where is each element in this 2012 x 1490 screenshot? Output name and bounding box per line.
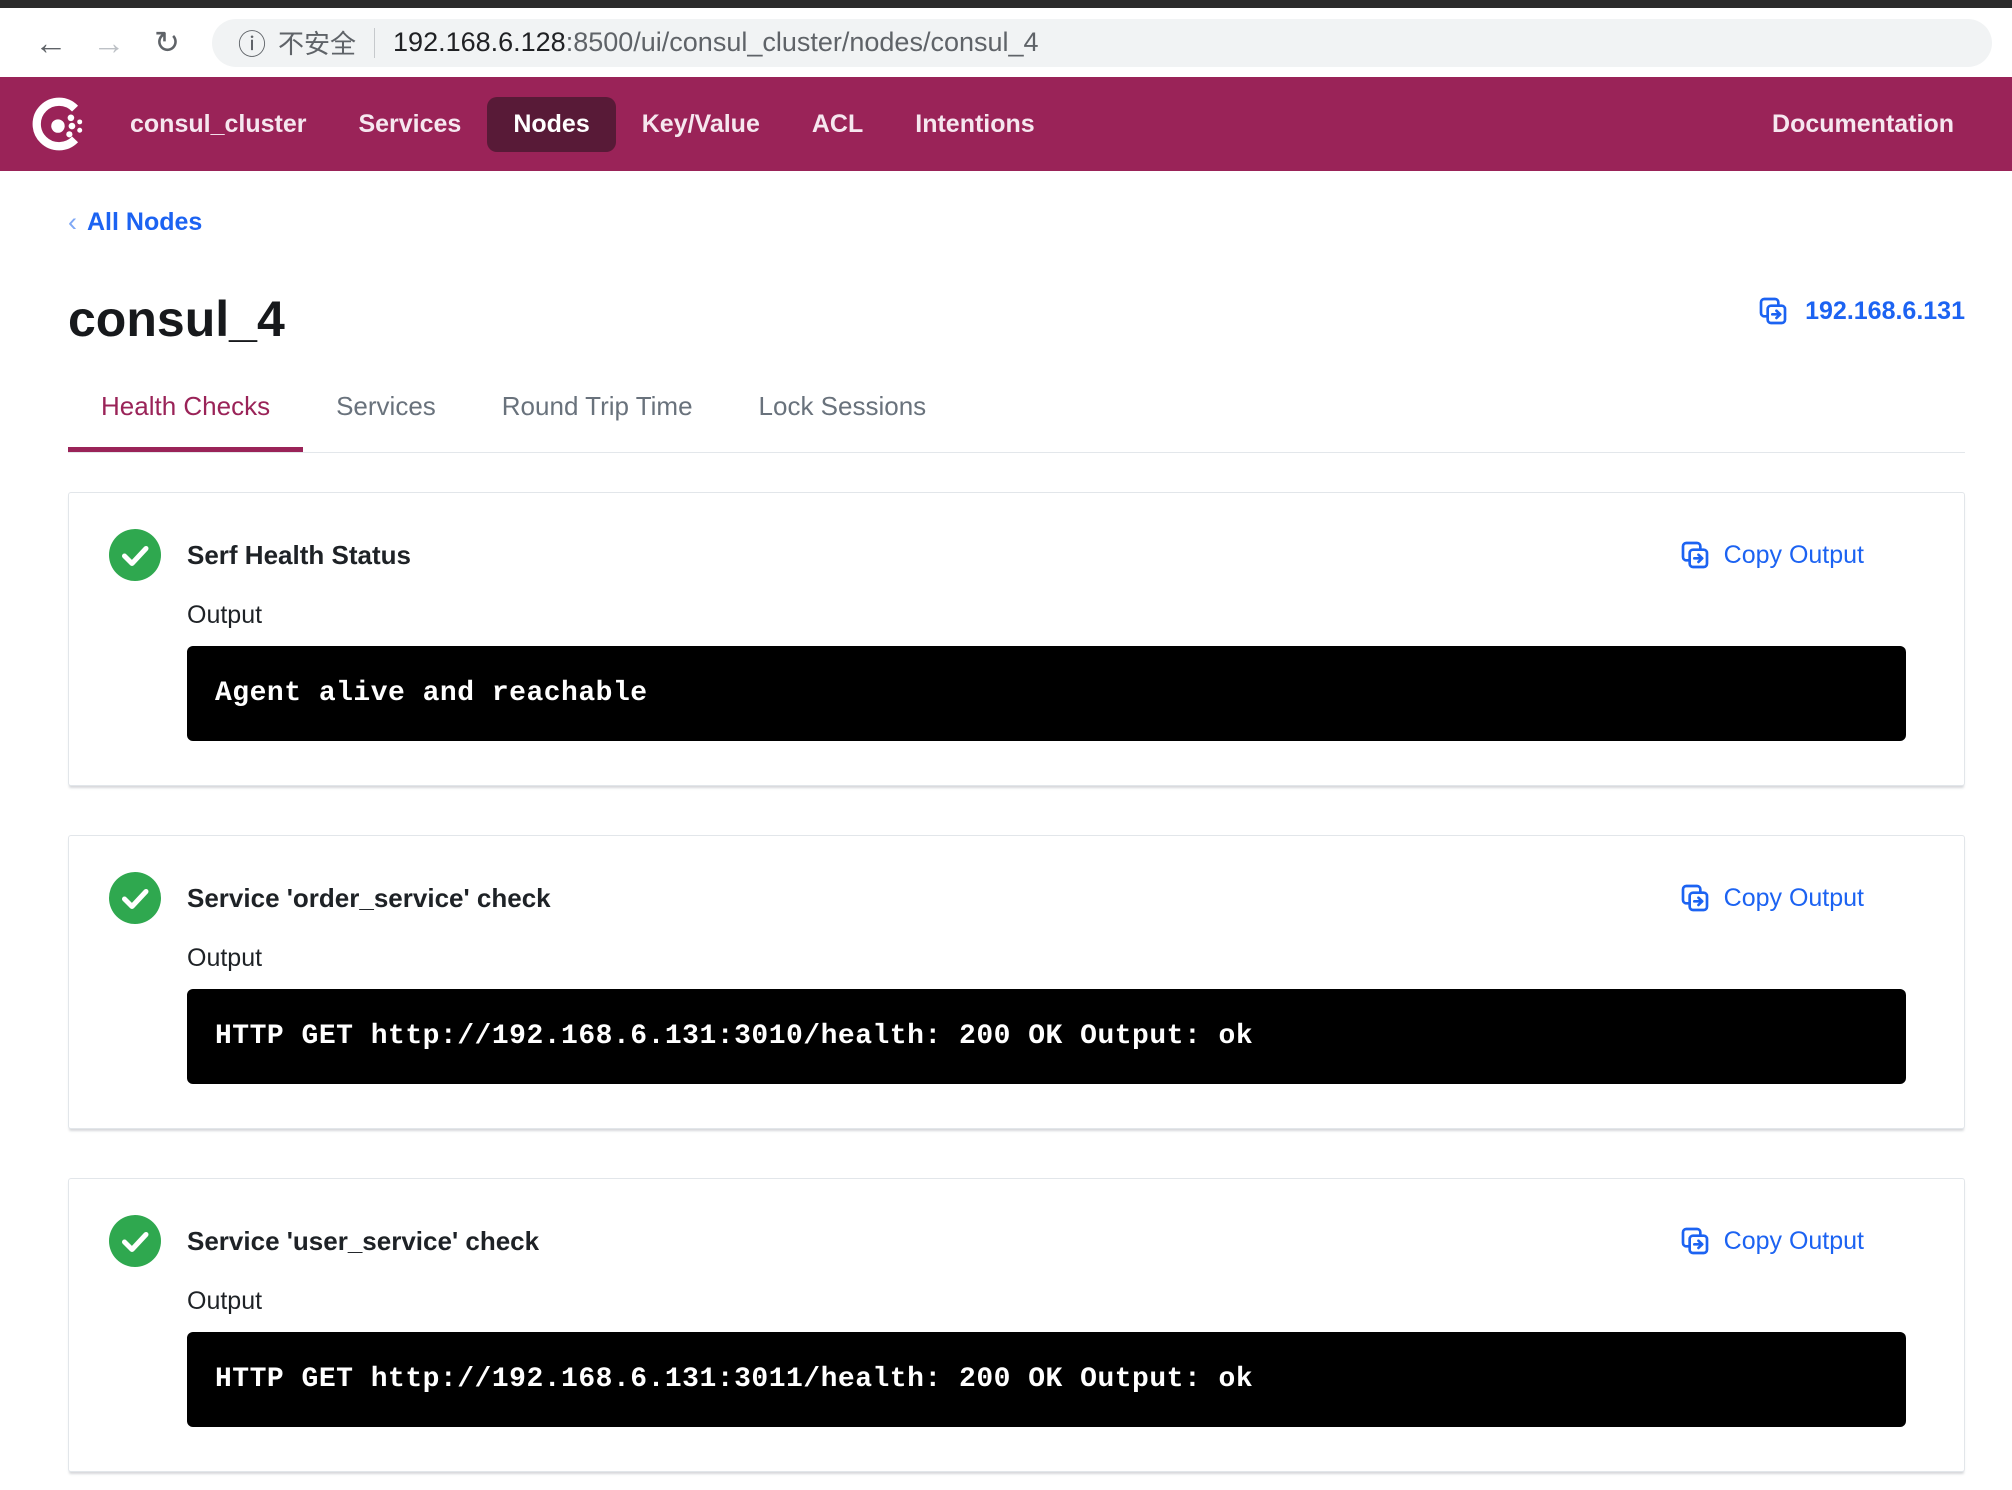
check-circle-icon <box>109 1215 161 1267</box>
check-output: Agent alive and reachable <box>187 646 1906 741</box>
address-bar[interactable]: ⓘ 不安全 192.168.6.128:8500/ui/consul_clust… <box>212 19 1992 67</box>
window-top-edge <box>0 0 2012 8</box>
copy-output-label: Copy Output <box>1724 1227 1864 1256</box>
tab-lock-sessions[interactable]: Lock Sessions <box>726 385 960 452</box>
health-check-card: Service 'user_service' check Copy Output… <box>68 1178 1965 1472</box>
consul-logo-icon[interactable] <box>30 95 88 153</box>
address-bar-divider <box>374 28 375 58</box>
card-header: Service 'order_service' check Copy Outpu… <box>187 872 1906 924</box>
title-row: consul_4 192.168.6.131 <box>68 289 1965 349</box>
check-name: Service 'order_service' check <box>187 883 551 914</box>
info-icon[interactable]: ⓘ <box>238 23 266 63</box>
app-navbar: consul_cluster Services Nodes Key/Value … <box>0 77 2012 171</box>
node-address: 192.168.6.131 <box>1805 297 1965 326</box>
card-header: Service 'user_service' check Copy Output <box>187 1215 1906 1267</box>
chevron-left-icon: ‹ <box>68 207 77 237</box>
url-host: 192.168.6.128 <box>393 27 566 57</box>
reload-icon[interactable]: ↻ <box>138 27 196 58</box>
breadcrumb-label: All Nodes <box>87 207 202 237</box>
tab-bar: Health Checks Services Round Trip Time L… <box>68 385 1965 453</box>
check-circle-icon <box>109 872 161 924</box>
nav-item-datacenter[interactable]: consul_cluster <box>104 97 332 152</box>
copy-output-label: Copy Output <box>1724 884 1864 913</box>
card-body: Service 'order_service' check Copy Outpu… <box>187 872 1906 1084</box>
nav-item-documentation[interactable]: Documentation <box>1746 97 1980 152</box>
copy-output-button[interactable]: Copy Output <box>1679 539 1864 571</box>
url-text[interactable]: 192.168.6.128:8500/ui/consul_cluster/nod… <box>393 27 1039 58</box>
copy-output-button[interactable]: Copy Output <box>1679 1225 1864 1257</box>
card-body: Service 'user_service' check Copy Output… <box>187 1215 1906 1427</box>
node-address-copy-button[interactable]: 192.168.6.131 <box>1757 295 1965 327</box>
nav-item-keyvalue[interactable]: Key/Value <box>616 97 786 152</box>
check-circle-icon <box>109 529 161 581</box>
output-label: Output <box>187 944 1906 973</box>
nav-item-services[interactable]: Services <box>332 97 487 152</box>
check-output: HTTP GET http://192.168.6.131:3010/healt… <box>187 989 1906 1084</box>
page-content: ‹ All Nodes consul_4 192.168.6.131 Healt… <box>0 207 2012 1472</box>
check-output: HTTP GET http://192.168.6.131:3011/healt… <box>187 1332 1906 1427</box>
forward-icon[interactable]: → <box>80 26 138 59</box>
tab-round-trip-time[interactable]: Round Trip Time <box>469 385 726 452</box>
main-menu: consul_cluster Services Nodes Key/Value … <box>104 97 1061 152</box>
breadcrumb[interactable]: ‹ All Nodes <box>68 207 1965 237</box>
security-label: 不安全 <box>278 24 356 61</box>
tab-health-checks[interactable]: Health Checks <box>68 385 303 452</box>
url-path: :8500/ui/consul_cluster/nodes/consul_4 <box>566 27 1039 57</box>
health-check-card: Service 'order_service' check Copy Outpu… <box>68 835 1965 1129</box>
check-name: Service 'user_service' check <box>187 1226 539 1257</box>
page-title: consul_4 <box>68 289 285 349</box>
copy-icon <box>1679 882 1711 914</box>
nav-item-acl[interactable]: ACL <box>786 97 889 152</box>
browser-toolbar: ← → ↻ ⓘ 不安全 192.168.6.128:8500/ui/consul… <box>0 8 2012 77</box>
tab-services[interactable]: Services <box>303 385 469 452</box>
copy-output-label: Copy Output <box>1724 541 1864 570</box>
check-name: Serf Health Status <box>187 540 411 571</box>
card-body: Serf Health Status Copy Output Output Ag… <box>187 529 1906 741</box>
output-label: Output <box>187 601 1906 630</box>
nav-item-intentions[interactable]: Intentions <box>889 97 1060 152</box>
card-header: Serf Health Status Copy Output <box>187 529 1906 581</box>
copy-icon <box>1757 295 1789 327</box>
copy-icon <box>1679 539 1711 571</box>
health-check-card: Serf Health Status Copy Output Output Ag… <box>68 492 1965 786</box>
nav-item-nodes[interactable]: Nodes <box>487 97 615 152</box>
copy-output-button[interactable]: Copy Output <box>1679 882 1864 914</box>
back-icon[interactable]: ← <box>22 26 80 59</box>
output-label: Output <box>187 1287 1906 1316</box>
copy-icon <box>1679 1225 1711 1257</box>
